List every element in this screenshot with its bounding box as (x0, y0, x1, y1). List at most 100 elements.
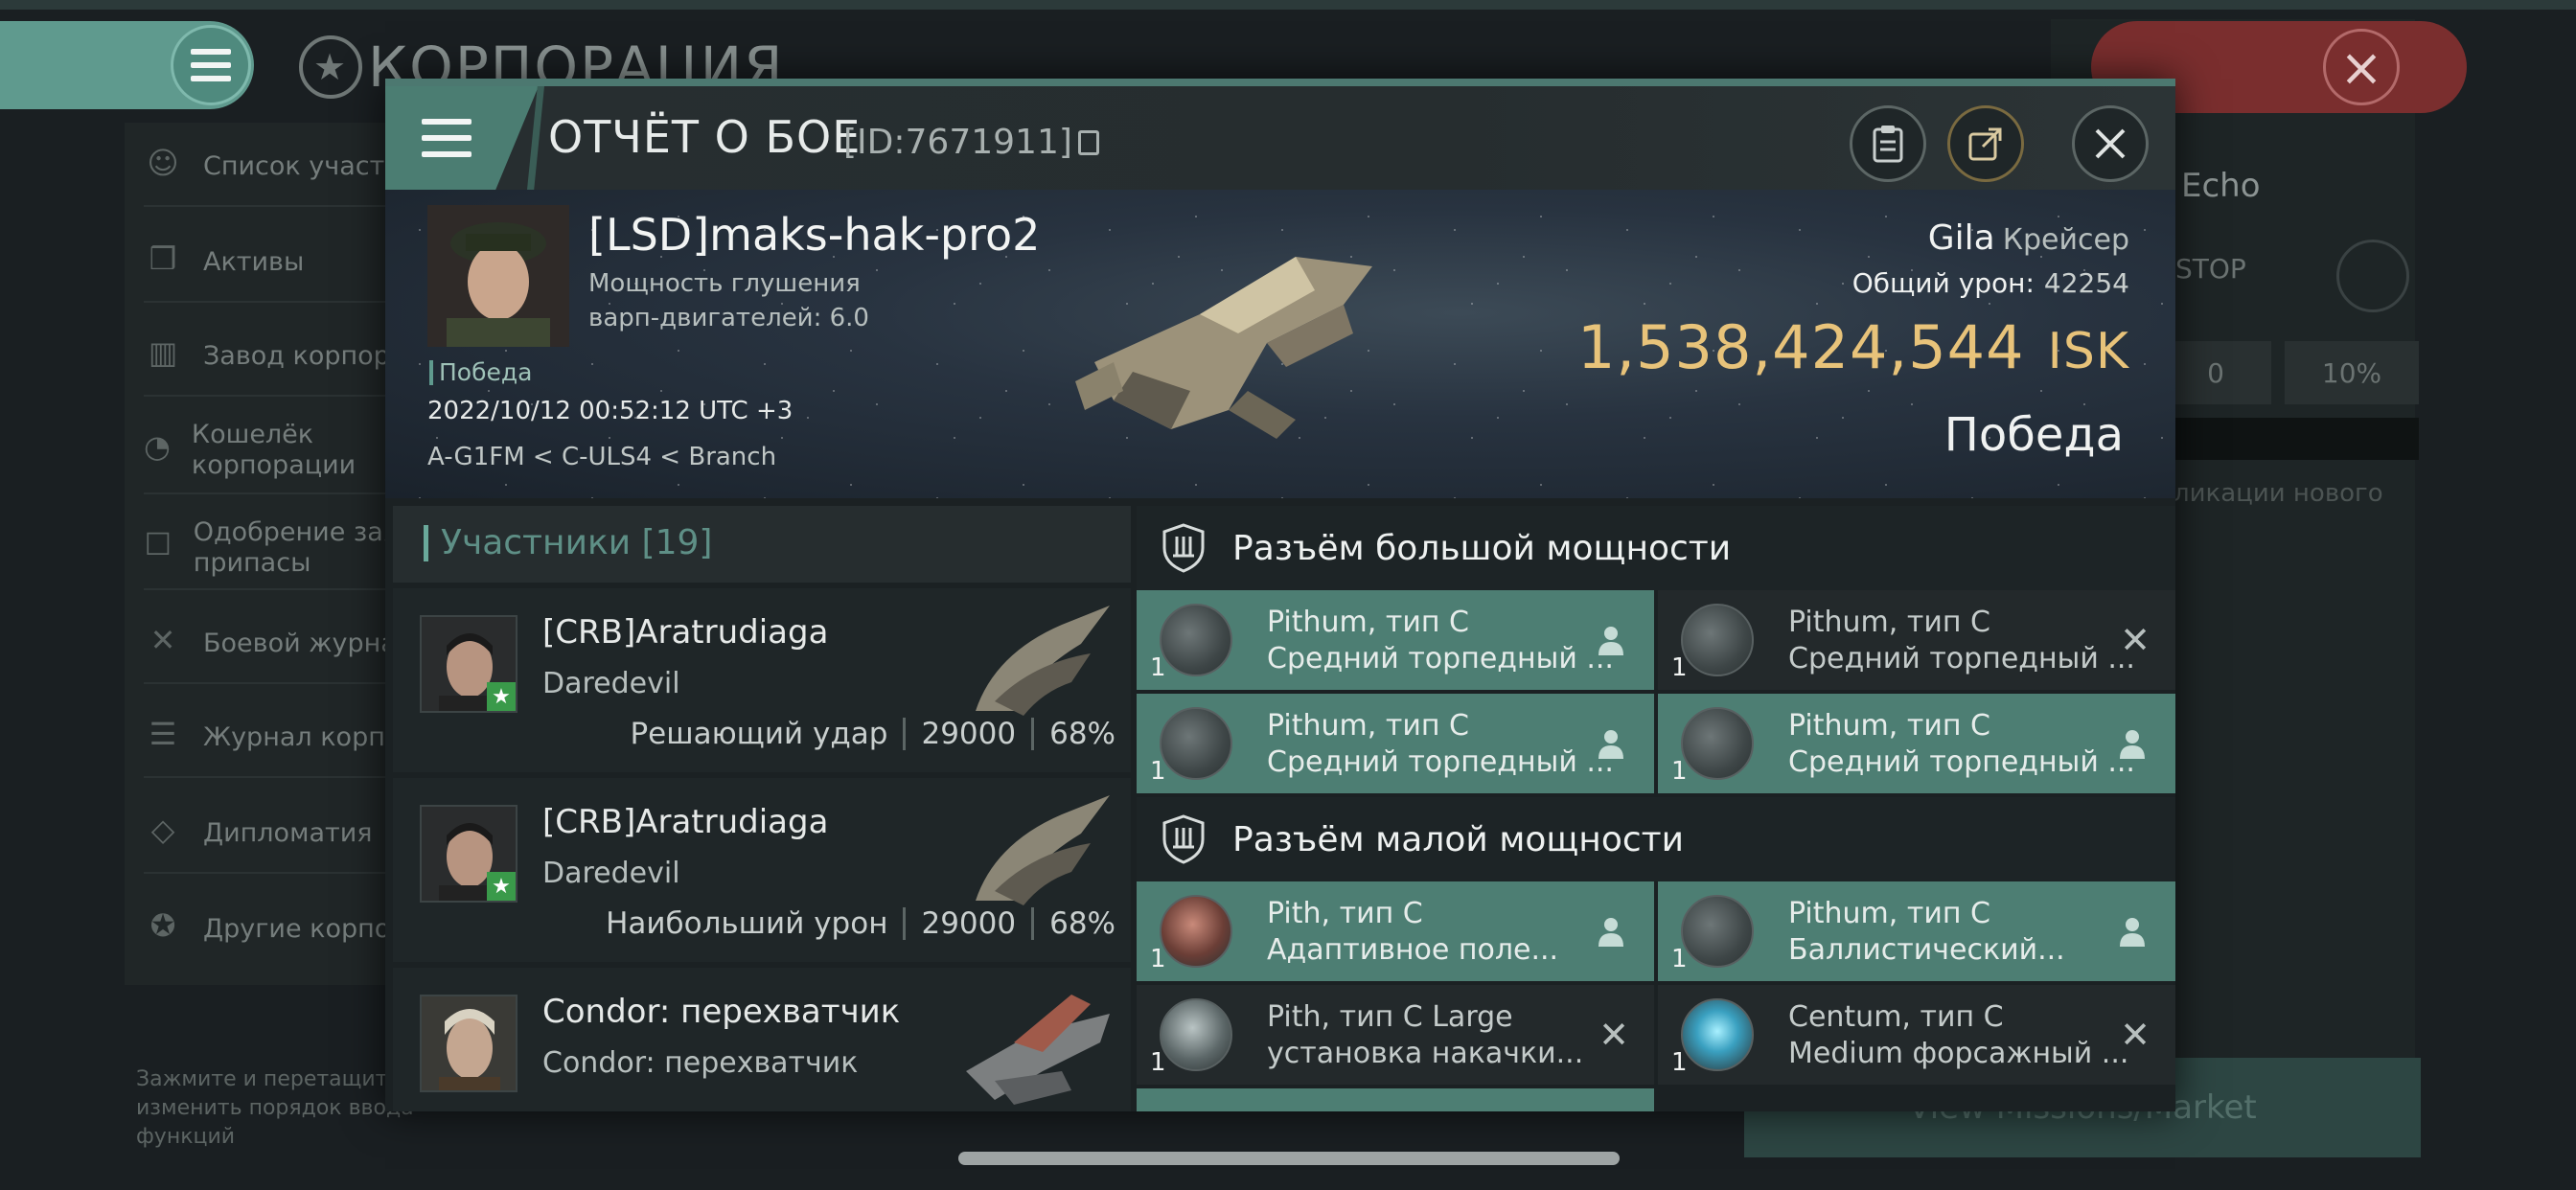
journal-icon: ☰ (149, 716, 177, 752)
module-desc: Адаптивное поле... (1267, 933, 1559, 967)
home-indicator[interactable] (958, 1152, 1620, 1165)
module-name: Pith, тип C Large (1267, 1000, 1513, 1034)
echo-label: Echo (2181, 167, 2261, 205)
torpedo-launcher-icon (1681, 707, 1754, 780)
total-damage: Общий урон: 42254 (1577, 267, 2129, 299)
sidebar-item-assets[interactable]: ❒ Активы (144, 224, 305, 301)
divider (903, 907, 907, 940)
fitting-slot[interactable]: 1 Pith, тип C Адаптивное поле... (1137, 881, 1654, 981)
ship-name[interactable]: Gila (1928, 218, 1995, 258)
participant-row[interactable]: Condor: перехватчик Condor: перехватчик (393, 968, 1131, 1111)
victim-summary: [LSD]maks-hak-pro2 Мощность глушения вар… (385, 190, 2175, 498)
report-menu-button[interactable] (385, 86, 539, 190)
participant-name: [CRB]Aratrudiaga (542, 613, 829, 652)
module-desc: Средний торпедный ... (1267, 745, 1614, 779)
destroyed-icon: ✕ (2120, 1014, 2150, 1056)
fitting-slot[interactable]: 1 Pithum, тип C Баллистический... (1658, 881, 2175, 981)
isk-value: 1,538,424,544 ISK (1577, 312, 2129, 382)
module-qty: 1 (1671, 653, 1688, 682)
participant-row[interactable]: ★ [CRB]Aratrudiaga Daredevil Наибольший … (393, 778, 1131, 962)
outcome-label: Победа (1944, 408, 2124, 462)
kill-location[interactable]: A-G1FM < C-ULS4 < Branch (427, 443, 776, 471)
total-damage-value: 42254 (2043, 267, 2129, 299)
diplomacy-icon: ◇ (150, 812, 175, 848)
sidebar-item-wallet[interactable]: ◔ Кошелёк корпорации (144, 412, 393, 489)
participants-title: Участники [19] (441, 523, 713, 562)
victim-ship-image[interactable] (1056, 199, 1401, 448)
module-desc: Средний торпедный ... (1788, 745, 2135, 779)
pilot-icon (1598, 730, 1623, 759)
participant-ship: Condor: перехватчик (542, 1046, 859, 1080)
shield-hardener-icon (1160, 895, 1232, 968)
participant-row[interactable]: ★ [CRB]Aratrudiaga Daredevil Решающий уд… (393, 588, 1131, 772)
alert-close-button[interactable]: × (2323, 29, 2400, 105)
torpedo-launcher-icon (1160, 604, 1232, 676)
share-icon (1968, 127, 2002, 161)
victim-name[interactable]: [LSD]maks-hak-pro2 (588, 209, 1040, 261)
torpedo-launcher-icon (1160, 707, 1232, 780)
participant-ship: Daredevil (542, 667, 680, 700)
modal-top-line (385, 79, 2175, 86)
kill-datetime: 2022/10/12 00:52:12 UTC +3 (427, 397, 794, 425)
result-bar (429, 359, 433, 385)
low-slot-header: Разъём малой мощности (1137, 797, 2175, 881)
report-id[interactable]: [ID:7671911] (843, 123, 1099, 162)
fitting-slot[interactable]: 1 Pithum, тип C Средний торпедный ... ✕ (1658, 590, 2175, 690)
fitting-slot[interactable] (1137, 1088, 1654, 1111)
factory-icon: ▥ (148, 334, 178, 371)
star-icon: ✪ (150, 907, 176, 944)
modal-header: ОТЧЁТ О БОЕ [ID:7671911] (385, 86, 2175, 190)
final-blow-tag: Решающий удар (630, 717, 888, 751)
fitting-slot[interactable]: 1 Pithum, тип C Средний торпедный ... (1658, 694, 2175, 793)
warp-scramble-strength: Мощность глушения варп-двигателей: 6.0 (588, 269, 869, 332)
close-button[interactable] (2072, 105, 2149, 182)
participant-ship-image (966, 995, 1110, 1105)
sidebar-item-other-corps[interactable]: ✪ Другие корпор (144, 891, 407, 968)
module-desc: Баллистический... (1788, 933, 2065, 967)
status-strip (0, 0, 2576, 10)
victim-portrait[interactable] (427, 205, 569, 347)
module-qty: 1 (1671, 945, 1688, 973)
clipboard-button[interactable] (1850, 105, 1926, 182)
low-slot-title: Разъём малой мощности (1232, 820, 1685, 859)
reorder-hint: Зажмите и перетащите изменить порядок вв… (136, 1067, 414, 1149)
sidebar-item-combat-log[interactable]: ✕ Боевой журнал (144, 606, 414, 682)
participant-name: [CRB]Aratrudiaga (542, 803, 829, 841)
fitting-slot[interactable]: 1 Pith, тип C Large установка накачки...… (1137, 985, 1654, 1085)
ship-class: Крейсер (2002, 223, 2129, 257)
participant-avatar (420, 995, 518, 1092)
pilot-icon (2120, 918, 2145, 947)
fitting-slot[interactable]: 1 Pithum, тип C Средний торпедный ... (1137, 694, 1654, 793)
divider (1031, 718, 1035, 750)
sidebar-item-journal[interactable]: ☰ Журнал корпор (144, 699, 418, 776)
share-button[interactable] (1947, 105, 2024, 182)
participants-panel: Участники [19] ★ [CRB]Aratrudiaga Darede… (393, 506, 1131, 1111)
stop-button[interactable]: STOP (2175, 253, 2246, 285)
fittings-panel: Разъём большой мощности 1 Pithum, тип C … (1137, 506, 2175, 1111)
module-desc: Medium форсажный ... (1788, 1037, 2129, 1070)
module-qty: 1 (1671, 757, 1688, 786)
fitting-slot[interactable]: 1 Pithum, тип C Средний торпедный ... (1137, 590, 1654, 690)
sidebar-label: Активы (203, 247, 305, 277)
menu-button[interactable] (171, 25, 251, 105)
participant-stats: Наибольший урон 29000 68% (606, 906, 1116, 941)
pilot-icon (1598, 627, 1623, 655)
module-desc: установка накачки... (1267, 1037, 1584, 1070)
module-qty: 1 (1150, 653, 1166, 682)
participant-avatar: ★ (420, 805, 518, 903)
isk-amount: 1,538,424,544 (1576, 312, 2025, 382)
external-link-icon[interactable] (2336, 240, 2409, 312)
participant-name: Condor: перехватчик (542, 993, 901, 1031)
module-name: Pithum, тип C (1267, 709, 1469, 743)
shield-extender-icon (1160, 998, 1232, 1071)
sidebar-item-factory[interactable]: ▥ Завод корпора (144, 318, 405, 395)
participant-ship-image (976, 606, 1110, 716)
fitting-slot[interactable]: 1 Centum, тип C Medium форсажный ... ✕ (1658, 985, 2175, 1085)
copy-icon[interactable] (1077, 129, 1099, 155)
pilot-icon (1598, 918, 1623, 947)
sidebar-label: Другие корпор (203, 914, 407, 944)
sidebar-item-diplomacy[interactable]: ◇ Дипломатия (144, 795, 373, 872)
sidebar-item-members[interactable]: ☺ Список участни (144, 128, 418, 205)
high-slot-header: Разъём большой мощности (1137, 506, 2175, 590)
sidebar-label: Завод корпора (203, 341, 406, 371)
